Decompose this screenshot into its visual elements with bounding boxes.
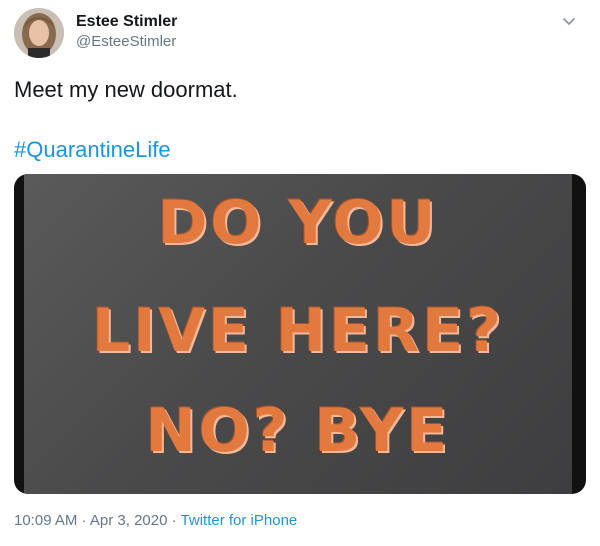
tweet-card: Estee Stimler @EsteeStimler Meet my new … xyxy=(0,0,600,546)
meta-separator: · xyxy=(77,512,90,529)
doormat-photo: DO YOU LIVE HERE? NO? BYE xyxy=(24,174,572,494)
meta-separator: · xyxy=(167,512,181,529)
tweet-meta: 10:09 AM · Apr 3, 2020 · Twitter for iPh… xyxy=(14,511,297,531)
chevron-down-icon[interactable] xyxy=(560,12,578,30)
tweet-time[interactable]: 10:09 AM xyxy=(14,512,77,529)
avatar-image xyxy=(14,8,64,58)
tweet-source-link[interactable]: Twitter for iPhone xyxy=(181,512,298,529)
hashtag-link[interactable]: #QuarantineLife xyxy=(14,136,171,164)
tweet-media[interactable]: DO YOU LIVE HERE? NO? BYE xyxy=(14,174,586,494)
tweet-text: Meet my new doormat. xyxy=(14,77,238,102)
display-name[interactable]: Estee Stimler xyxy=(76,12,177,32)
mat-text-line-3: NO? BYE xyxy=(145,396,451,466)
user-handle[interactable]: @EsteeStimler xyxy=(76,32,177,52)
mat-text-line-2: LIVE HERE? xyxy=(91,296,505,366)
tweet-date[interactable]: Apr 3, 2020 xyxy=(90,512,168,529)
avatar[interactable] xyxy=(14,8,64,58)
author-info: Estee Stimler @EsteeStimler xyxy=(76,12,177,52)
mat-text-line-1: DO YOU xyxy=(157,188,439,258)
